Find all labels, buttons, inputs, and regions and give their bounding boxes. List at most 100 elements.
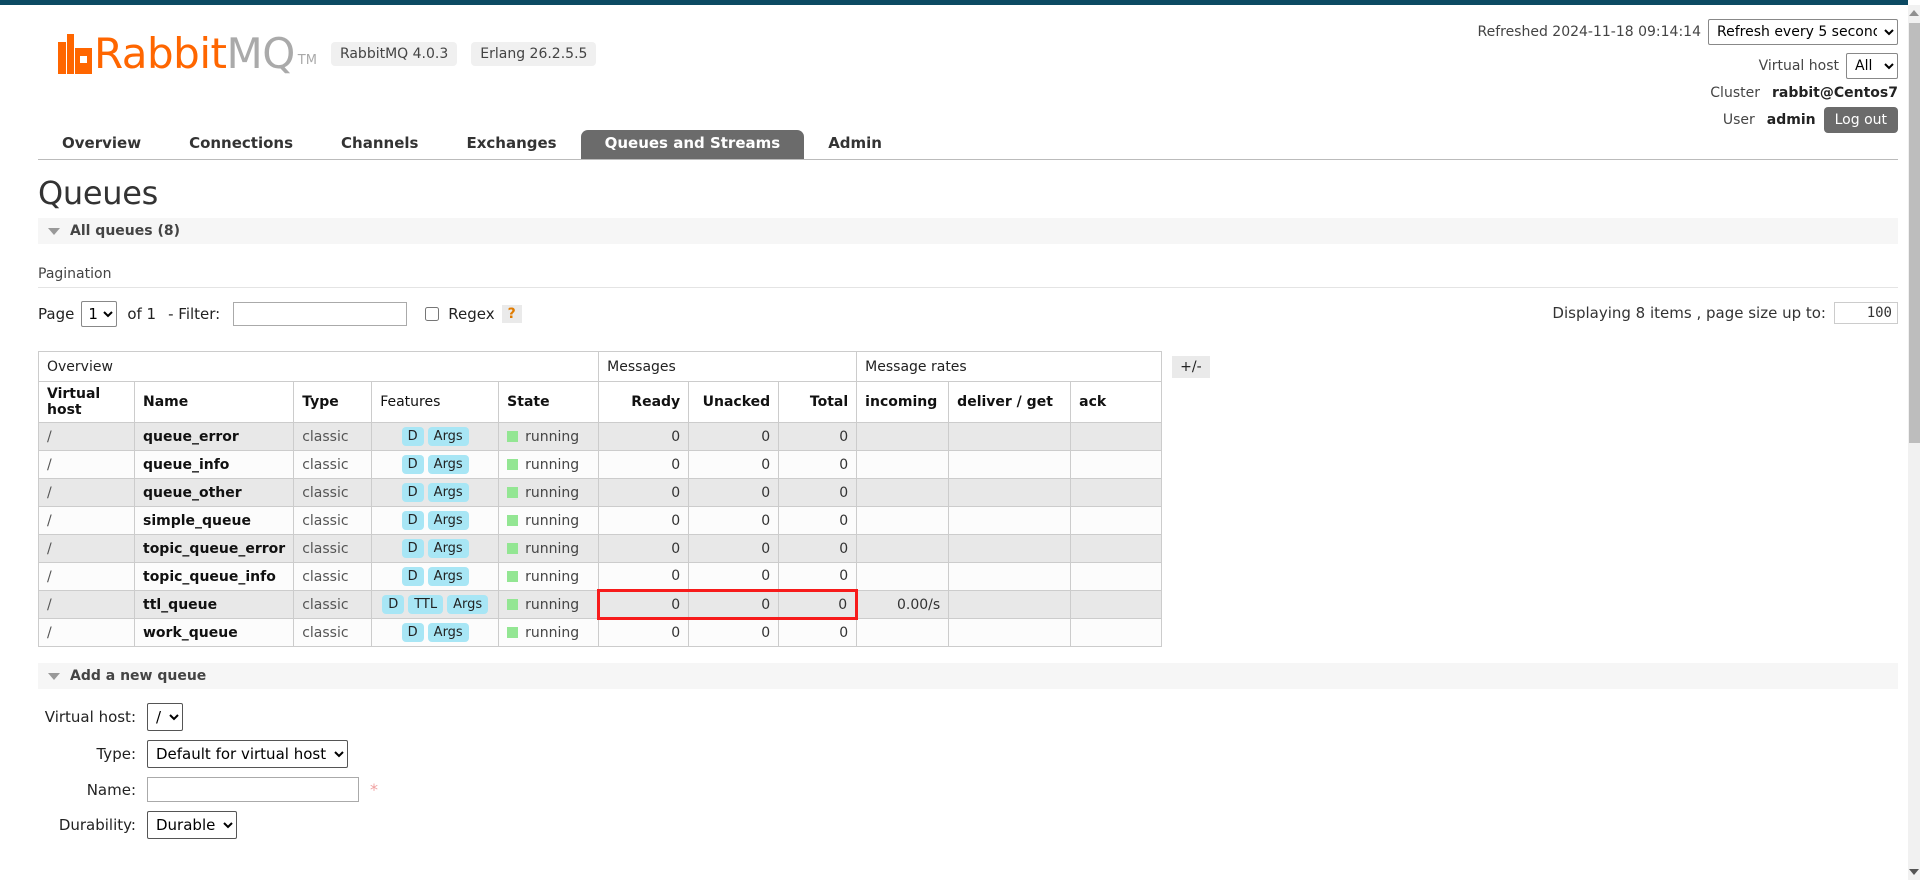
table-row[interactable]: / topic_queue_error classic D Args running 0 0 0	[38, 534, 1219, 563]
cell-total: 0	[778, 534, 858, 563]
rabbitmq-logo-icon	[58, 34, 92, 74]
refresh-interval-select[interactable]: Refresh every 5 seconds	[1708, 19, 1898, 45]
cell-ack-rate	[1070, 590, 1163, 619]
vhost-row: Virtual host All	[1477, 53, 1898, 79]
column-header-ack[interactable]: ack	[1070, 381, 1163, 423]
column-header-name[interactable]: Name	[133, 381, 295, 423]
table-column-header-row: Virtual host Name Type Features State Ready Un…	[38, 381, 1219, 423]
table-row[interactable]: / queue_error classic D Args running 0 0 0	[38, 422, 1219, 451]
cell-queue-name[interactable]: work_queue	[133, 618, 295, 647]
vhost-select[interactable]: All	[1846, 53, 1898, 79]
column-header-state[interactable]: State	[498, 381, 600, 423]
rabbitmq-logo[interactable]: Rabbit MQ TM RabbitMQ 4.0.3 Erlang 26.2.5…	[58, 33, 597, 75]
row-spacer	[1161, 562, 1219, 591]
regex-control: Regex ?	[425, 305, 522, 323]
nav-tab-admin[interactable]: Admin	[804, 130, 906, 159]
toggle-columns-button[interactable]: +/-	[1172, 355, 1210, 378]
cell-incoming-rate	[856, 618, 950, 647]
scrollbar-thumb[interactable]	[1909, 23, 1920, 443]
column-header-unacked[interactable]: Unacked	[688, 381, 780, 423]
form-name-input[interactable]	[147, 777, 359, 802]
column-header-incoming[interactable]: incoming	[856, 381, 950, 423]
nav-tab-channels[interactable]: Channels	[317, 130, 442, 159]
column-header-total[interactable]: Total	[778, 381, 858, 423]
table-row[interactable]: / queue_other classic D Args running 0 0 0	[38, 478, 1219, 507]
cell-deliver-get-rate	[948, 590, 1072, 619]
column-header-type[interactable]: Type	[293, 381, 373, 423]
regex-label: Regex	[448, 305, 495, 323]
cell-features: D Args	[371, 562, 500, 591]
cell-ack-rate	[1070, 618, 1163, 647]
cell-queue-name[interactable]: topic_queue_info	[133, 562, 295, 591]
regex-checkbox[interactable]	[425, 307, 440, 321]
scroll-down-arrow-icon[interactable]	[1909, 866, 1919, 878]
table-row[interactable]: / work_queue classic D Args running 0 0 0	[38, 618, 1219, 647]
app-header: Rabbit MQ TM RabbitMQ 4.0.3 Erlang 26.2.5…	[0, 5, 1908, 133]
nav-tab-queues-and-streams[interactable]: Queues and Streams	[580, 130, 805, 159]
cell-queue-type: classic	[293, 534, 373, 563]
cell-incoming-rate	[856, 422, 950, 451]
cell-queue-name[interactable]: queue_error	[133, 422, 295, 451]
form-row-type: Type: Default for virtual host	[38, 740, 1898, 768]
table-row[interactable]: / topic_queue_info classic D Args running 0 0 0	[38, 562, 1219, 591]
filter-input[interactable]	[233, 302, 408, 326]
cell-queue-name[interactable]: queue_info	[133, 450, 295, 479]
cell-state: running	[498, 590, 600, 619]
form-type-select[interactable]: Default for virtual host	[147, 740, 348, 768]
nav-tab-connections[interactable]: Connections	[165, 130, 317, 159]
table-row[interactable]: / ttl_queue classic D TTL Args running 0 0 0 0.00/…	[38, 589, 1219, 620]
nav-tab-exchanges[interactable]: Exchanges	[442, 130, 580, 159]
cell-ack-rate	[1070, 478, 1163, 507]
cell-incoming-rate	[856, 478, 950, 507]
header-right-panel: Refreshed 2024-11-18 09:14:14 Refresh ev…	[1477, 19, 1898, 141]
table-group-header-row: Overview Messages Message rates +/-	[37, 351, 1219, 382]
cell-queue-name[interactable]: ttl_queue	[133, 590, 295, 619]
group-header-overview: Overview	[37, 351, 600, 382]
cell-queue-name[interactable]: queue_other	[133, 478, 295, 507]
feature-tag-d: D	[382, 595, 405, 614]
cell-state: running	[498, 422, 600, 451]
row-spacer	[1161, 590, 1219, 619]
cell-deliver-get-rate	[948, 618, 1072, 647]
pagination-label: Pagination	[38, 266, 1898, 288]
form-virtual-host-select[interactable]: /	[147, 703, 183, 731]
row-spacer	[1161, 478, 1219, 507]
cell-state: running	[498, 562, 600, 591]
cell-ready: 0	[598, 534, 690, 563]
cell-queue-name[interactable]: topic_queue_error	[133, 534, 295, 563]
vertical-scrollbar[interactable]	[1908, 5, 1920, 880]
cell-queue-name[interactable]: simple_queue	[133, 506, 295, 535]
table-row[interactable]: / simple_queue classic D Args running 0 0 0	[38, 506, 1219, 535]
row-spacer	[1161, 534, 1219, 563]
cell-queue-type: classic	[293, 422, 373, 451]
cell-incoming-rate	[856, 562, 950, 591]
required-marker: *	[370, 780, 378, 799]
column-header-deliver-get[interactable]: deliver / get	[948, 381, 1072, 423]
column-header-ready[interactable]: Ready	[598, 381, 690, 423]
nav-tab-overview[interactable]: Overview	[38, 130, 165, 159]
vhost-label: Virtual host	[1758, 58, 1839, 74]
all-queues-section-header[interactable]: All queues (8)	[38, 218, 1898, 244]
form-label-name: Name:	[86, 780, 136, 799]
user-name: admin	[1766, 112, 1816, 128]
group-header-message-rates: Message rates	[856, 351, 1163, 382]
page-number-select[interactable]: 1	[81, 301, 118, 327]
table-row[interactable]: / queue_info classic D Args running 0 0 0	[38, 450, 1219, 479]
cell-ready: 0	[598, 478, 690, 507]
cell-deliver-get-rate	[948, 562, 1072, 591]
add-queue-section-header[interactable]: Add a new queue	[38, 663, 1898, 689]
cell-ack-rate	[1070, 534, 1163, 563]
cell-virtual-host: /	[38, 534, 135, 563]
regex-help-icon[interactable]: ?	[501, 305, 522, 323]
cell-queue-type: classic	[293, 590, 373, 619]
row-spacer	[1161, 506, 1219, 535]
cell-unacked: 0	[688, 506, 780, 535]
column-header-features[interactable]: Features	[371, 381, 500, 423]
form-row-durability: Durability: Durable	[38, 811, 1898, 839]
form-durability-select[interactable]: Durable	[147, 811, 237, 839]
page-size-input[interactable]	[1834, 302, 1898, 324]
scroll-up-arrow-icon[interactable]	[1909, 7, 1919, 19]
page-container: Rabbit MQ TM RabbitMQ 4.0.3 Erlang 26.2.5…	[0, 5, 1908, 880]
cell-queue-type: classic	[293, 478, 373, 507]
column-header-virtual-host[interactable]: Virtual host	[38, 381, 135, 423]
